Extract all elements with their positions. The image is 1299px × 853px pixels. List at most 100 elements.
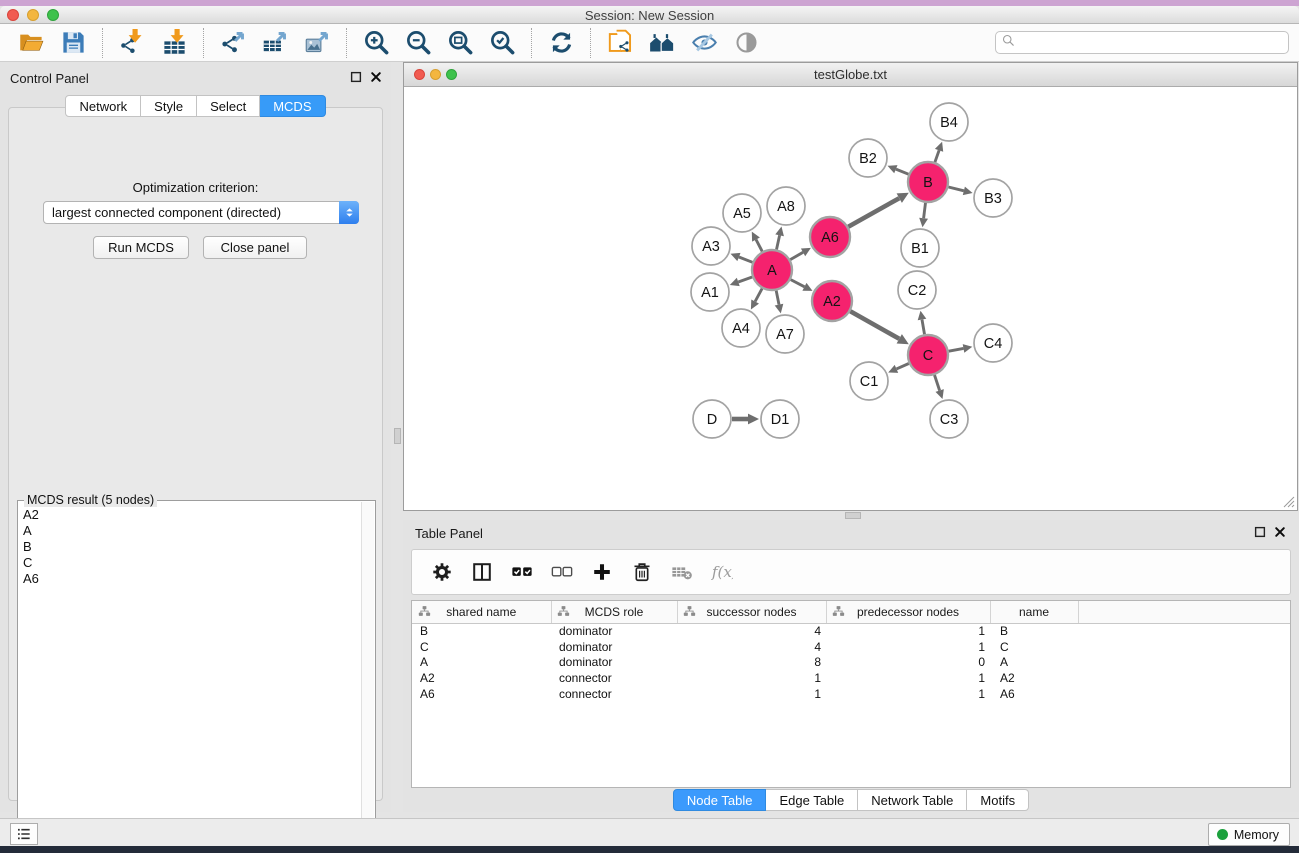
cell-name[interactable]: A2 <box>990 670 1078 686</box>
cell-name[interactable]: A <box>990 654 1078 670</box>
close-panel-icon[interactable] <box>369 70 383 84</box>
cell-predecessor-nodes[interactable]: 0 <box>826 654 990 670</box>
home-neighbors-icon[interactable] <box>647 28 677 58</box>
deselect-all-checkboxes-icon[interactable] <box>550 560 574 584</box>
column-header-predecessor-nodes[interactable]: predecessor nodes <box>826 601 990 623</box>
network-canvas[interactable]: A A1 A2 A3 A4 A5 A6 A7 A8 B B1 B2 B3B4 C C1 C2 C3C4 D D1 <box>405 88 1296 509</box>
export-network-icon[interactable] <box>218 28 248 58</box>
cell-predecessor-nodes[interactable]: 1 <box>826 670 990 686</box>
search-field[interactable] <box>995 31 1289 54</box>
memory-button[interactable]: Memory <box>1208 823 1290 846</box>
tab-motifs[interactable]: Motifs <box>967 789 1029 811</box>
mcds-result-item[interactable]: A6 <box>20 571 359 587</box>
cell-MCDS-role[interactable]: dominator <box>551 654 677 670</box>
export-table-icon[interactable] <box>260 28 290 58</box>
folder-open-icon[interactable] <box>16 28 46 58</box>
select-all-checkboxes-icon[interactable] <box>510 560 534 584</box>
tab-node-table[interactable]: Node Table <box>673 789 767 811</box>
task-history-button[interactable] <box>10 823 38 845</box>
mcds-result-item[interactable]: B <box>20 539 359 555</box>
cell-predecessor-nodes[interactable]: 1 <box>826 623 990 639</box>
cell-successor-nodes[interactable]: 4 <box>677 639 826 655</box>
table-row-A2[interactable]: A2connector11A2 <box>412 670 1290 686</box>
column-header-name[interactable]: name <box>990 601 1078 623</box>
search-input[interactable] <box>1016 33 1288 52</box>
mcds-result-item[interactable]: A2 <box>20 507 359 523</box>
node-B1[interactable]: B1 <box>901 229 939 267</box>
float-panel-icon[interactable] <box>1253 525 1267 539</box>
cell-successor-nodes[interactable]: 8 <box>677 654 826 670</box>
node-A7[interactable]: A7 <box>766 315 804 353</box>
cell-name[interactable]: C <box>990 639 1078 655</box>
cell-name[interactable]: B <box>990 623 1078 639</box>
export-image-icon[interactable] <box>302 28 332 58</box>
hide-eye-icon[interactable] <box>689 28 719 58</box>
mcds-result-item[interactable]: A <box>20 523 359 539</box>
node-A4[interactable]: A4 <box>722 309 760 347</box>
float-panel-icon[interactable] <box>349 70 363 84</box>
vertical-splitter-handle[interactable] <box>394 428 401 444</box>
close-panel-icon[interactable] <box>1273 525 1287 539</box>
node-A6[interactable]: A6 <box>810 217 850 257</box>
floppy-save-icon[interactable] <box>58 28 88 58</box>
column-header-successor-nodes[interactable]: successor nodes <box>677 601 826 623</box>
column-header-shared-name[interactable]: shared name <box>412 601 551 623</box>
table-row-B[interactable]: Bdominator41B <box>412 623 1290 639</box>
cell-shared-name[interactable]: A <box>412 654 551 670</box>
node-D[interactable]: D <box>693 400 731 438</box>
node-A1[interactable]: A1 <box>691 273 729 311</box>
horizontal-splitter-handle[interactable] <box>845 512 861 519</box>
table-row-A[interactable]: Adominator80A <box>412 654 1290 670</box>
tab-edge-table[interactable]: Edge Table <box>766 789 858 811</box>
node-A[interactable]: A <box>752 250 792 290</box>
node-B3[interactable]: B3 <box>974 179 1012 217</box>
close-panel-button[interactable]: Close panel <box>203 236 307 259</box>
tab-select[interactable]: Select <box>197 95 260 117</box>
cell-successor-nodes[interactable]: 1 <box>677 686 826 702</box>
table-row-C[interactable]: Cdominator41C <box>412 639 1290 655</box>
zoom-fit-icon[interactable] <box>445 28 475 58</box>
cell-successor-nodes[interactable]: 4 <box>677 623 826 639</box>
node-A3[interactable]: A3 <box>692 227 730 265</box>
node-D1[interactable]: D1 <box>761 400 799 438</box>
node-B4[interactable]: B4 <box>930 103 968 141</box>
node-C2[interactable]: C2 <box>898 271 936 309</box>
node-C3[interactable]: C3 <box>930 400 968 438</box>
mcds-result-item[interactable]: C <box>20 555 359 571</box>
cell-MCDS-role[interactable]: connector <box>551 686 677 702</box>
cell-shared-name[interactable]: A2 <box>412 670 551 686</box>
table-row-A6[interactable]: A6connector11A6 <box>412 686 1290 702</box>
node-C4[interactable]: C4 <box>974 324 1012 362</box>
node-B[interactable]: B <box>908 162 948 202</box>
run-mcds-button[interactable]: Run MCDS <box>93 236 189 259</box>
node-B2[interactable]: B2 <box>849 139 887 177</box>
tab-style[interactable]: Style <box>141 95 197 117</box>
optimization-criterion-select[interactable]: largest connected component (directed) <box>43 201 359 224</box>
tab-network[interactable]: Network <box>65 95 141 117</box>
column-header-MCDS-role[interactable]: MCDS role <box>551 601 677 623</box>
split-columns-icon[interactable] <box>470 560 494 584</box>
zoom-out-icon[interactable] <box>403 28 433 58</box>
import-table-icon[interactable] <box>159 28 189 58</box>
cell-MCDS-role[interactable]: dominator <box>551 623 677 639</box>
node-A5[interactable]: A5 <box>723 194 761 232</box>
cell-shared-name[interactable]: A6 <box>412 686 551 702</box>
cell-name[interactable]: A6 <box>990 686 1078 702</box>
cell-shared-name[interactable]: C <box>412 639 551 655</box>
delete-column-icon[interactable] <box>630 560 654 584</box>
cell-shared-name[interactable]: B <box>412 623 551 639</box>
contrast-eye-icon[interactable] <box>731 28 761 58</box>
refresh-layout-icon[interactable] <box>546 28 576 58</box>
window-resize-grip[interactable] <box>1282 495 1295 508</box>
node-C1[interactable]: C1 <box>850 362 888 400</box>
node-A2[interactable]: A2 <box>812 281 852 321</box>
zoom-in-icon[interactable] <box>361 28 391 58</box>
gear-settings-icon[interactable] <box>430 560 454 584</box>
add-column-icon[interactable] <box>590 560 614 584</box>
node-A8[interactable]: A8 <box>767 187 805 225</box>
clone-network-icon[interactable] <box>605 28 635 58</box>
import-network-icon[interactable] <box>117 28 147 58</box>
tab-network-table[interactable]: Network Table <box>858 789 967 811</box>
zoom-selected-icon[interactable] <box>487 28 517 58</box>
node-C[interactable]: C <box>908 335 948 375</box>
